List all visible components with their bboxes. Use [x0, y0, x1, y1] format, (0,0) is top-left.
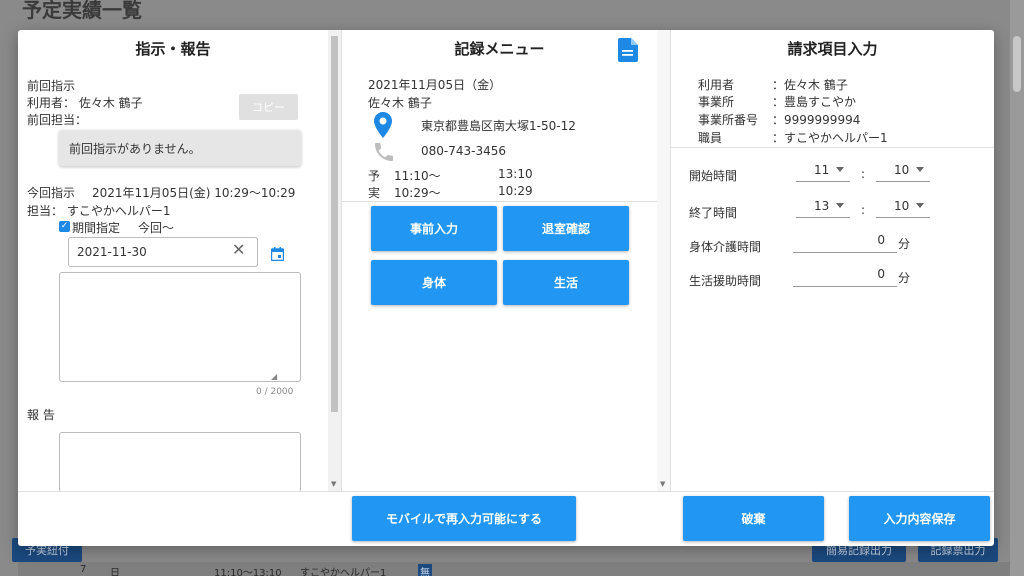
actual-start: 10:29〜 — [394, 186, 441, 200]
period-label: 期間指定 — [72, 221, 121, 235]
colon: : — [861, 167, 866, 181]
period-checkbox[interactable]: ✓ — [59, 221, 70, 232]
unit-minutes: 分 — [898, 237, 911, 251]
end-time-label: 終了時間 — [689, 206, 738, 220]
calendar-icon[interactable] — [270, 247, 285, 264]
info-label-staff: 職員 — [698, 131, 723, 145]
client-name: 佐々木 鶴子 — [368, 96, 432, 110]
discard-button[interactable]: 破棄 — [683, 496, 824, 541]
row-num: 7 — [80, 564, 87, 575]
current-datetime: 2021年11月05日(金) 10:29〜10:29 — [92, 186, 296, 200]
start-time-label: 開始時間 — [689, 169, 738, 183]
prev-instruction-label: 前回指示 — [27, 79, 76, 93]
document-icon[interactable] — [618, 38, 638, 65]
copy-button[interactable]: コピー — [239, 94, 298, 120]
char-count: 0 / 2000 — [256, 387, 294, 397]
address: 東京都豊島区南大塚1-50-12 — [421, 119, 576, 133]
plan-label: 予 — [368, 169, 381, 183]
info-value-user: ：佐々木 鶴子 — [772, 78, 848, 92]
instruction-report-panel: 指示・報告 前回指示 利用者： 佐々木 鶴子 前回担当： コピー 前回指示があり… — [18, 30, 328, 492]
start-hour-value: 11 — [814, 163, 830, 177]
staff-line: 担当： すこやかヘルパー1 — [27, 204, 171, 218]
background-page-title: 予定実績一覧 — [22, 0, 142, 22]
unit-minutes: 分 — [898, 271, 911, 285]
resize-handle-icon[interactable]: ◢ — [271, 372, 308, 381]
table-row: 7 日 11:10〜13:10 すこやかヘルパー1 無 — [18, 562, 1010, 576]
row-time: 11:10〜13:10 — [214, 568, 282, 576]
colon: : — [861, 203, 866, 217]
body-care-time-label: 身体介護時間 — [689, 240, 762, 254]
actual-label: 実 — [368, 186, 381, 200]
from-now-label: 今回〜 — [138, 221, 175, 235]
record-menu-panel: 記録メニュー 2021年11月05日（金） 佐々木 鶴子 東京都豊島区南大塚1-… — [341, 30, 657, 492]
visit-date: 2021年11月05日（金） — [368, 78, 502, 92]
row-day: 日 — [110, 568, 120, 576]
billing-input-panel: 請求項目入力 利用者 ：佐々木 鶴子 事業所 ：豊島すこやか 事業所番号 ：99… — [670, 30, 994, 492]
end-minute-select[interactable]: 10 — [876, 196, 930, 218]
info-label-office-number: 事業所番号 — [698, 113, 759, 127]
end-hour-value: 13 — [814, 199, 830, 213]
life-support-time-input[interactable]: 0 — [793, 265, 897, 287]
pre-entry-button[interactable]: 事前入力 — [371, 206, 497, 251]
plan-start: 11:10〜 — [394, 169, 441, 183]
save-input-button[interactable]: 入力内容保存 — [849, 496, 990, 541]
info-label-office: 事業所 — [698, 95, 735, 109]
prev-staff-line: 前回担当： — [27, 113, 88, 127]
body-care-time-value: 0 — [877, 233, 885, 247]
left-panel-scrollbar[interactable]: ▼ — [328, 30, 341, 492]
no-prev-instruction-message: 前回指示がありません。 — [59, 130, 301, 166]
user-line: 利用者： 佐々木 鶴子 — [27, 96, 143, 110]
phone-icon[interactable] — [372, 140, 396, 167]
page-scrollbar[interactable] — [1010, 0, 1024, 576]
end-hour-select[interactable]: 13 — [796, 196, 850, 218]
plan-end: 13:10 — [498, 167, 533, 181]
middle-panel-scrollbar[interactable]: ▼ — [657, 30, 670, 492]
chevron-down-icon — [836, 167, 844, 172]
body-care-button[interactable]: 身体 — [371, 260, 497, 305]
info-value-office-number: ：9999999994 — [772, 113, 861, 127]
map-pin-icon[interactable] — [374, 112, 392, 141]
divider — [342, 201, 657, 202]
report-textarea[interactable] — [59, 432, 301, 492]
close-icon[interactable]: ✕ — [232, 240, 245, 259]
period-date-input[interactable]: 2021-11-30 — [68, 237, 258, 267]
divider — [671, 147, 994, 148]
current-instruction-label: 今回指示 — [27, 186, 76, 200]
report-label: 報 告 — [27, 408, 55, 422]
body-care-time-input[interactable]: 0 — [793, 231, 897, 253]
exit-check-button[interactable]: 退室確認 — [503, 206, 629, 251]
life-support-time-label: 生活援助時間 — [689, 274, 762, 288]
panel-title: 記録メニュー — [454, 40, 545, 58]
chevron-down-icon — [916, 203, 924, 208]
record-modal: 指示・報告 前回指示 利用者： 佐々木 鶴子 前回担当： コピー 前回指示があり… — [18, 30, 994, 546]
panel-title: 指示・報告 — [135, 40, 211, 58]
chevron-down-icon — [836, 203, 844, 208]
panel-title: 請求項目入力 — [787, 40, 878, 58]
start-minute-value: 10 — [894, 163, 910, 177]
row-helper: すこやかヘルパー1 — [300, 568, 387, 576]
date-value: 2021-11-30 — [77, 245, 147, 259]
enable-mobile-reentry-button[interactable]: モバイルで再入力可能にする — [352, 496, 576, 541]
instruction-textarea[interactable] — [59, 272, 301, 382]
start-hour-select[interactable]: 11 — [796, 160, 850, 182]
info-value-office: ：豊島すこやか — [772, 95, 857, 109]
row-badge[interactable]: 無 — [418, 564, 432, 576]
life-support-time-value: 0 — [877, 267, 885, 281]
footer-divider — [18, 491, 994, 492]
start-minute-select[interactable]: 10 — [876, 160, 930, 182]
actual-end: 10:29 — [498, 184, 533, 198]
chevron-down-icon — [916, 167, 924, 172]
info-label-user: 利用者 — [698, 78, 735, 92]
life-support-button[interactable]: 生活 — [503, 260, 629, 305]
end-minute-value: 10 — [894, 199, 910, 213]
phone-number: 080-743-3456 — [421, 144, 507, 158]
info-value-staff: ：すこやかヘルパー1 — [772, 131, 888, 145]
